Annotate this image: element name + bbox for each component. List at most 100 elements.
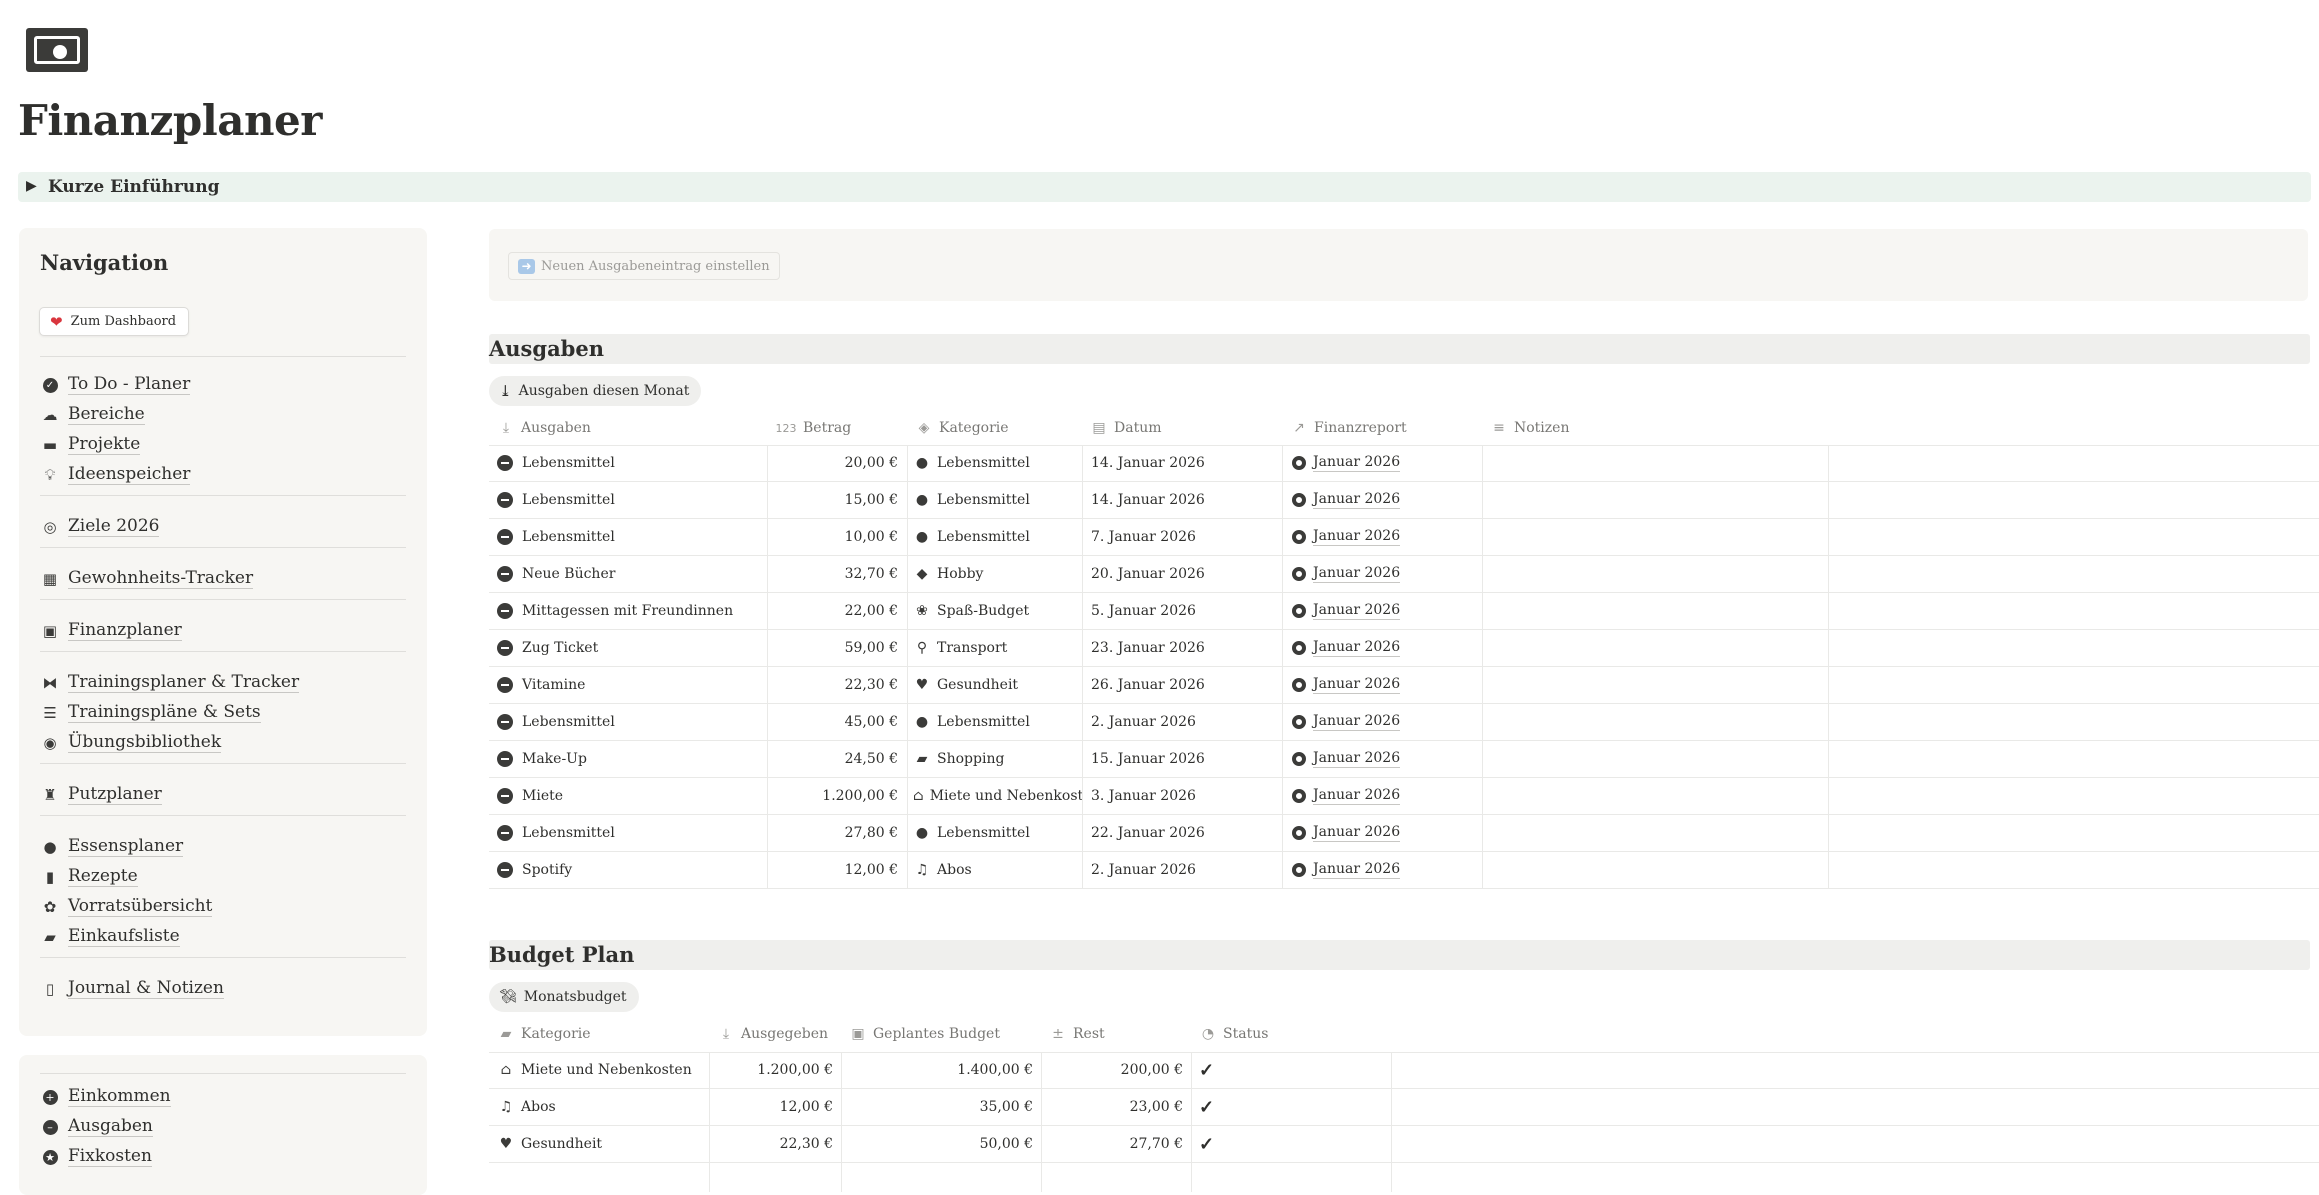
expenses-column-header[interactable]: ⤓ Ausgaben xyxy=(497,415,591,441)
expense-date-cell[interactable]: 5. Januar 2026 xyxy=(1091,593,1281,629)
budget-view-tab[interactable]: 💸︎ Monatsbudget xyxy=(489,982,639,1012)
table-row[interactable]: Make-Up 24,50 € ▰ Shopping 15. Januar 2026 Ja… xyxy=(489,741,2319,778)
expense-report-cell[interactable]: Januar 2026 xyxy=(1292,778,1480,814)
sidebar-item-check-circle[interactable]: ✓ To Do - Planer xyxy=(40,372,191,398)
budget-category-cell[interactable]: ⌂ Miete und Nebenkosten xyxy=(497,1052,707,1088)
budget-rest-cell[interactable]: 23,00 € xyxy=(1041,1089,1183,1125)
expense-category-cell[interactable]: ● Lebensmittel xyxy=(913,519,1083,555)
sidebar-item-dumbbell[interactable]: ⧓ Trainingsplaner & Tracker xyxy=(40,670,300,696)
expense-name-cell[interactable]: Lebensmittel xyxy=(497,445,762,481)
expense-amount-cell[interactable]: 32,70 € xyxy=(767,556,898,592)
expense-category-cell[interactable]: ● Lebensmittel xyxy=(913,445,1083,481)
budget-spent-cell[interactable]: 1.200,00 € xyxy=(709,1052,833,1088)
table-row[interactable]: ♫ Abos 12,00 € 35,00 € 23,00 € ✓ xyxy=(489,1089,2319,1126)
table-row[interactable]: Vitamine 22,30 € ♥ Gesundheit 26. Januar 202… xyxy=(489,667,2319,704)
budget-rest-cell[interactable]: 200,00 € xyxy=(1041,1052,1183,1088)
sidebar-item-open-book[interactable]: ▯ Journal & Notizen xyxy=(40,976,224,1002)
expense-date-cell[interactable]: 20. Januar 2026 xyxy=(1091,556,1281,592)
expense-category-cell[interactable]: ● Lebensmittel xyxy=(913,482,1083,518)
sidebar-item-fixkosten[interactable]: ★ Fixkosten xyxy=(40,1144,152,1170)
expense-amount-cell[interactable]: 12,00 € xyxy=(767,852,898,888)
sidebar-item-basket[interactable]: ✿ Vorratsübersicht xyxy=(40,894,213,920)
sidebar-item-ausgaben[interactable]: – Ausgaben xyxy=(40,1114,153,1140)
expense-amount-cell[interactable]: 10,00 € xyxy=(767,519,898,555)
expense-notes-cell[interactable] xyxy=(1490,593,1820,629)
expense-report-cell[interactable]: Januar 2026 xyxy=(1292,741,1480,777)
table-row[interactable]: Lebensmittel 20,00 € ● Lebensmittel 14. Janu… xyxy=(489,445,2319,482)
table-row[interactable]: Mittagessen mit Freundinnen 22,00 € ❀ Spaß-… xyxy=(489,593,2319,630)
sidebar-item-ring[interactable]: ◉ Übungsbibliothek xyxy=(40,730,222,756)
budget-spent-cell[interactable]: 22,30 € xyxy=(709,1126,833,1162)
expense-amount-cell[interactable]: 22,30 € xyxy=(767,667,898,703)
table-row[interactable]: Neue Bücher 32,70 € ◆ Hobby 20. Januar 2026 J… xyxy=(489,556,2319,593)
expense-date-cell[interactable]: 7. Januar 2026 xyxy=(1091,519,1281,555)
expense-category-cell[interactable]: ❀ Spaß-Budget xyxy=(913,593,1083,629)
expense-notes-cell[interactable] xyxy=(1490,852,1820,888)
expense-date-cell[interactable]: 14. Januar 2026 xyxy=(1091,445,1281,481)
new-expense-entry-button[interactable]: ➜ Neuen Ausgabeneintrag einstellen xyxy=(508,252,780,280)
budget-category-cell[interactable]: ♥ Gesundheit xyxy=(497,1126,707,1162)
sidebar-item-money-bill[interactable]: ▣ Finanzplaner xyxy=(40,618,182,644)
expense-amount-cell[interactable]: 59,00 € xyxy=(767,630,898,666)
table-row[interactable]: ♥ Gesundheit 22,30 € 50,00 € 27,70 € ✓ xyxy=(489,1126,2319,1163)
expense-date-cell[interactable]: 23. Januar 2026 xyxy=(1091,630,1281,666)
expense-notes-cell[interactable] xyxy=(1490,482,1820,518)
expense-report-cell[interactable]: Januar 2026 xyxy=(1292,519,1480,555)
expense-report-cell[interactable]: Januar 2026 xyxy=(1292,852,1480,888)
expense-category-cell[interactable]: ♥ Gesundheit xyxy=(913,667,1083,703)
budget-column-header[interactable]: ± Rest xyxy=(1049,1021,1105,1047)
triangle-right-icon[interactable]: ▶ xyxy=(26,178,37,194)
expense-report-cell[interactable]: Januar 2026 xyxy=(1292,482,1480,518)
expense-amount-cell[interactable]: 22,00 € xyxy=(767,593,898,629)
budget-planned-cell[interactable]: 1.400,00 € xyxy=(841,1052,1033,1088)
sidebar-item-apple[interactable]: ● Essensplaner xyxy=(40,834,184,860)
intro-toggle[interactable]: ▶ Kurze Einführung xyxy=(18,172,2311,202)
expense-report-cell[interactable]: Januar 2026 xyxy=(1292,445,1480,481)
expense-report-cell[interactable]: Januar 2026 xyxy=(1292,815,1480,851)
table-row[interactable]: Lebensmittel 10,00 € ● Lebensmittel 7. Janua… xyxy=(489,519,2319,556)
sidebar-item-bag[interactable]: ▰ Einkaufsliste xyxy=(40,924,180,950)
expense-report-cell[interactable]: Januar 2026 xyxy=(1292,667,1480,703)
expense-category-cell[interactable]: ◆ Hobby xyxy=(913,556,1083,592)
expense-name-cell[interactable]: Neue Bücher xyxy=(497,556,762,592)
expense-name-cell[interactable]: Make-Up xyxy=(497,741,762,777)
expense-amount-cell[interactable]: 20,00 € xyxy=(767,445,898,481)
budget-spent-cell[interactable]: 12,00 € xyxy=(709,1089,833,1125)
budget-status-cell[interactable]: ✓ xyxy=(1199,1052,1389,1088)
expense-date-cell[interactable]: 2. Januar 2026 xyxy=(1091,852,1281,888)
budget-column-header[interactable]: ▰ Kategorie xyxy=(497,1021,591,1047)
expense-notes-cell[interactable] xyxy=(1490,778,1820,814)
table-row[interactable]: Lebensmittel 27,80 € ● Lebensmittel 22. Janu… xyxy=(489,815,2319,852)
expense-category-cell[interactable]: ⚲ Transport xyxy=(913,630,1083,666)
budget-category-cell[interactable]: ♫ Abos xyxy=(497,1089,707,1125)
budget-status-cell[interactable]: ✓ xyxy=(1199,1089,1389,1125)
budget-rest-cell[interactable]: 27,70 € xyxy=(1041,1126,1183,1162)
budget-planned-cell[interactable]: 50,00 € xyxy=(841,1126,1033,1162)
sidebar-item-einkommen[interactable]: + Einkommen xyxy=(40,1084,171,1110)
expense-date-cell[interactable]: 2. Januar 2026 xyxy=(1091,704,1281,740)
expense-name-cell[interactable]: Lebensmittel xyxy=(497,519,762,555)
expense-category-cell[interactable]: ⌂ Miete und Nebenkosten xyxy=(913,778,1083,814)
sidebar-item-lightbulb[interactable]: 💡︎ Ideenspeicher xyxy=(40,462,191,488)
sidebar-item-cloud[interactable]: ☁ Bereiche xyxy=(40,402,145,428)
expense-notes-cell[interactable] xyxy=(1490,704,1820,740)
expense-report-cell[interactable]: Januar 2026 xyxy=(1292,556,1480,592)
expense-amount-cell[interactable]: 24,50 € xyxy=(767,741,898,777)
table-row[interactable]: Lebensmittel 15,00 € ● Lebensmittel 14. Janu… xyxy=(489,482,2319,519)
expense-amount-cell[interactable]: 27,80 € xyxy=(767,815,898,851)
expense-name-cell[interactable]: Mittagessen mit Freundinnen xyxy=(497,593,762,629)
expense-name-cell[interactable]: Spotify xyxy=(497,852,762,888)
expense-notes-cell[interactable] xyxy=(1490,815,1820,851)
expense-date-cell[interactable]: 22. Januar 2026 xyxy=(1091,815,1281,851)
expense-category-cell[interactable]: ● Lebensmittel xyxy=(913,704,1083,740)
table-row[interactable]: Lebensmittel 45,00 € ● Lebensmittel 2. Janua… xyxy=(489,704,2319,741)
expense-category-cell[interactable]: ▰ Shopping xyxy=(913,741,1083,777)
budget-column-header[interactable]: ⤓ Ausgegeben xyxy=(717,1021,828,1047)
dashboard-button[interactable]: ❤ Zum Dashbaord xyxy=(39,307,190,336)
expenses-column-header[interactable]: ▤ Datum xyxy=(1090,415,1161,441)
expense-notes-cell[interactable] xyxy=(1490,556,1820,592)
expense-notes-cell[interactable] xyxy=(1490,667,1820,703)
table-row[interactable]: Zug Ticket 59,00 € ⚲ Transport 23. Januar 20… xyxy=(489,630,2319,667)
table-row[interactable]: ⌂ Miete und Nebenkosten 1.200,00 € 1.400,00… xyxy=(489,1052,2319,1089)
expense-notes-cell[interactable] xyxy=(1490,445,1820,481)
